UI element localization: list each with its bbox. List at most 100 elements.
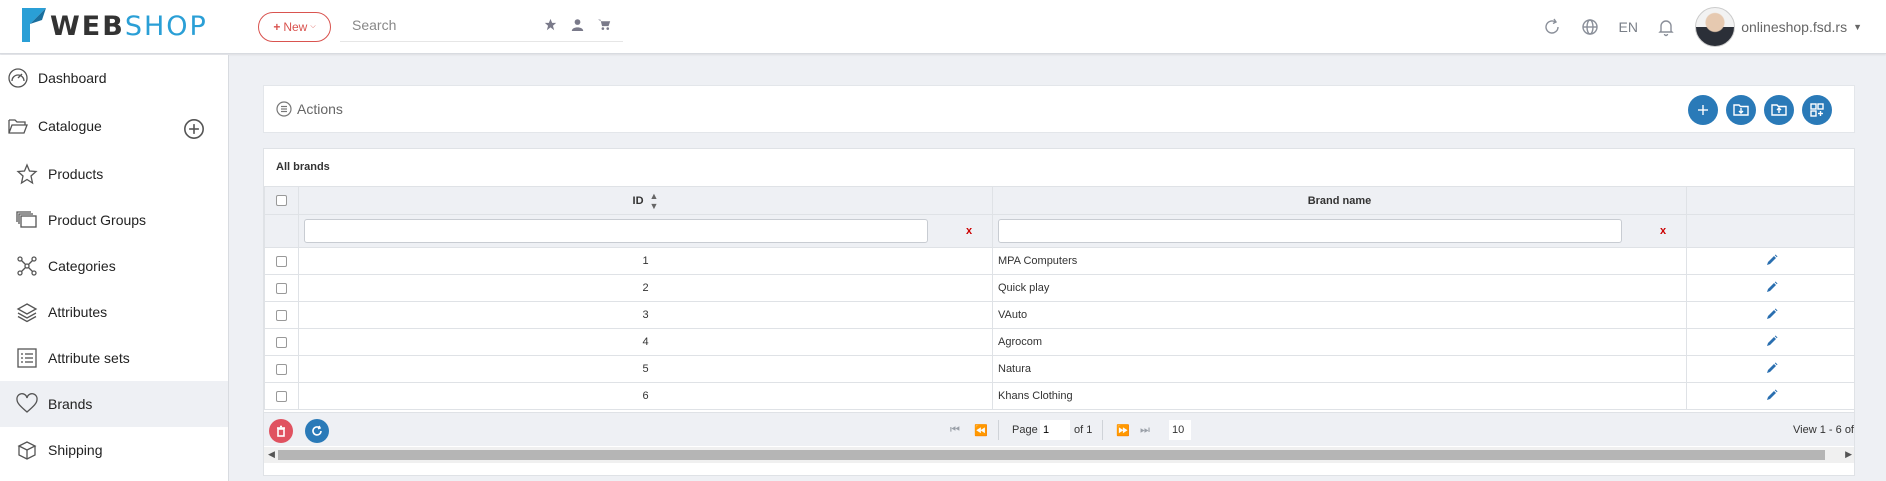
grid-add-icon <box>1810 103 1824 117</box>
cell-brand-name: Quick play <box>992 274 1687 302</box>
cell-brand-name: VAuto <box>992 301 1687 329</box>
cell-brand-name: Khans Clothing <box>992 382 1687 410</box>
chevron-down-icon: ▼ <box>1853 22 1862 32</box>
row-checkbox[interactable] <box>276 363 287 375</box>
refresh-button[interactable] <box>305 419 329 443</box>
plus-icon: + <box>273 20 281 34</box>
edit-cell <box>1686 355 1854 383</box>
scroll-right-icon[interactable]: ▶ <box>1845 449 1852 460</box>
filter-cell-brand-name: x <box>992 214 1687 248</box>
grid-layout-button[interactable] <box>1802 95 1832 125</box>
first-page-icon[interactable]: ⏮ <box>950 424 960 437</box>
next-page-icon[interactable]: ⏩ <box>1116 424 1130 437</box>
row-checkbox[interactable] <box>276 309 287 321</box>
bell-icon[interactable] <box>1647 17 1685 37</box>
table-row[interactable]: 1 MPA Computers <box>264 247 1854 275</box>
clear-filter-id[interactable]: x <box>966 225 972 237</box>
edit-cell <box>1686 301 1854 329</box>
user-icon[interactable] <box>571 18 584 31</box>
row-checkbox[interactable] <box>276 336 287 348</box>
page-size-select[interactable]: 10 <box>1169 420 1191 440</box>
cell-id: 1 <box>298 247 993 275</box>
table-row[interactable]: 6 Khans Clothing <box>264 382 1854 410</box>
column-header-brand-name[interactable]: Brand name <box>992 186 1687 215</box>
edit-cell <box>1686 274 1854 302</box>
sidebar-item-brands[interactable]: Brands <box>0 381 228 427</box>
sidebar-item-categories[interactable]: Categories <box>0 243 228 289</box>
new-button[interactable]: + New ⌵ <box>258 12 331 42</box>
row-checkbox[interactable] <box>276 255 287 267</box>
brands-grid: All brands ID ▲ ▼ Brand name x x 1 MPA Com… <box>263 148 1855 476</box>
filter-id-input[interactable] <box>304 219 928 243</box>
scroll-left-icon[interactable]: ◀ <box>268 449 275 460</box>
table-header-row: ID ▲ ▼ Brand name <box>264 186 1854 215</box>
table-row[interactable]: 2 Quick play <box>264 274 1854 302</box>
logo[interactable]: WEBSHOP <box>20 6 208 46</box>
row-select-cell <box>264 382 299 410</box>
top-bar: WEBSHOP + New ⌵ EN onlineshop.fsd.rs ▼ <box>0 0 1886 54</box>
edit-cell <box>1686 247 1854 275</box>
cart-icon[interactable] <box>598 18 611 31</box>
add-brand-button[interactable] <box>1688 95 1718 125</box>
globe-icon[interactable] <box>1571 17 1609 37</box>
export-button[interactable] <box>1764 95 1794 125</box>
pencil-icon[interactable] <box>1766 362 1778 374</box>
sync-icon[interactable] <box>1533 17 1571 37</box>
language-switch[interactable]: EN <box>1609 19 1647 35</box>
prev-page-icon[interactable]: ⏪ <box>974 424 988 437</box>
pager-divider <box>998 420 999 440</box>
edit-cell <box>1686 382 1854 410</box>
table-row[interactable]: 5 Natura <box>264 355 1854 383</box>
select-all-checkbox[interactable] <box>276 195 287 207</box>
star-icon[interactable] <box>544 18 557 31</box>
trash-icon <box>277 425 285 437</box>
sidebar-item-product-groups[interactable]: Product Groups <box>0 197 228 243</box>
sidebar-item-attribute-sets[interactable]: Attribute sets <box>0 335 228 381</box>
avatar[interactable] <box>1695 7 1736 47</box>
edit-cell <box>1686 328 1854 356</box>
search-input[interactable] <box>340 10 540 40</box>
pager: ⏮ ⏪ Page of 1 ⏩ ⏭ 10 View 1 - 6 of <box>264 412 1854 446</box>
sidebar-item-label: Categories <box>48 258 116 274</box>
table-row[interactable]: 4 Agrocom <box>264 328 1854 356</box>
sidebar-item-catalogue[interactable]: Catalogue <box>0 103 228 149</box>
actions-header: Actions <box>276 101 343 117</box>
folder-import-icon <box>1733 104 1749 116</box>
last-page-icon[interactable]: ⏭ <box>1140 424 1150 437</box>
table-row[interactable]: 3 VAuto <box>264 301 1854 329</box>
pencil-icon[interactable] <box>1766 308 1778 320</box>
sidebar-item-label: Catalogue <box>38 118 102 134</box>
clear-filter-brand-name[interactable]: x <box>1660 225 1666 237</box>
row-select-cell <box>264 247 299 275</box>
expand-plus-icon[interactable] <box>183 118 205 140</box>
actions-title: Actions <box>297 101 343 117</box>
user-menu[interactable]: onlineshop.fsd.rs ▼ <box>1741 19 1862 35</box>
sidebar-item-dashboard[interactable]: Dashboard <box>0 55 228 101</box>
page-number-input[interactable] <box>1040 420 1070 440</box>
chevron-down-icon: ⌵ <box>310 23 316 30</box>
sidebar-item-shipping[interactable]: Shipping <box>0 427 228 473</box>
column-header-actions <box>1686 186 1854 215</box>
filter-brand-name-input[interactable] <box>998 219 1622 243</box>
horizontal-scrollbar[interactable]: ◀ ▶ <box>264 447 1854 463</box>
sidebar-item-label: Brands <box>48 396 93 412</box>
user-name: onlineshop.fsd.rs <box>1741 19 1848 35</box>
scroll-thumb[interactable] <box>278 450 1825 460</box>
pencil-icon[interactable] <box>1766 281 1778 293</box>
column-header-id[interactable]: ID ▲ ▼ <box>298 186 993 215</box>
page-label: Page <box>1012 424 1038 436</box>
row-checkbox[interactable] <box>276 282 287 294</box>
pencil-icon[interactable] <box>1766 389 1778 401</box>
delete-button[interactable] <box>269 419 293 443</box>
sidebar-item-products[interactable]: Products <box>0 151 228 197</box>
pencil-icon[interactable] <box>1766 254 1778 266</box>
import-button[interactable] <box>1726 95 1756 125</box>
sort-icon: ▲ ▼ <box>649 190 659 211</box>
row-checkbox[interactable] <box>276 390 287 402</box>
heart-icon <box>16 393 38 413</box>
row-select-cell <box>264 355 299 383</box>
cell-id: 5 <box>298 355 993 383</box>
sidebar-item-attributes[interactable]: Attributes <box>0 289 228 335</box>
pencil-icon[interactable] <box>1766 335 1778 347</box>
pager-divider <box>1102 420 1103 440</box>
